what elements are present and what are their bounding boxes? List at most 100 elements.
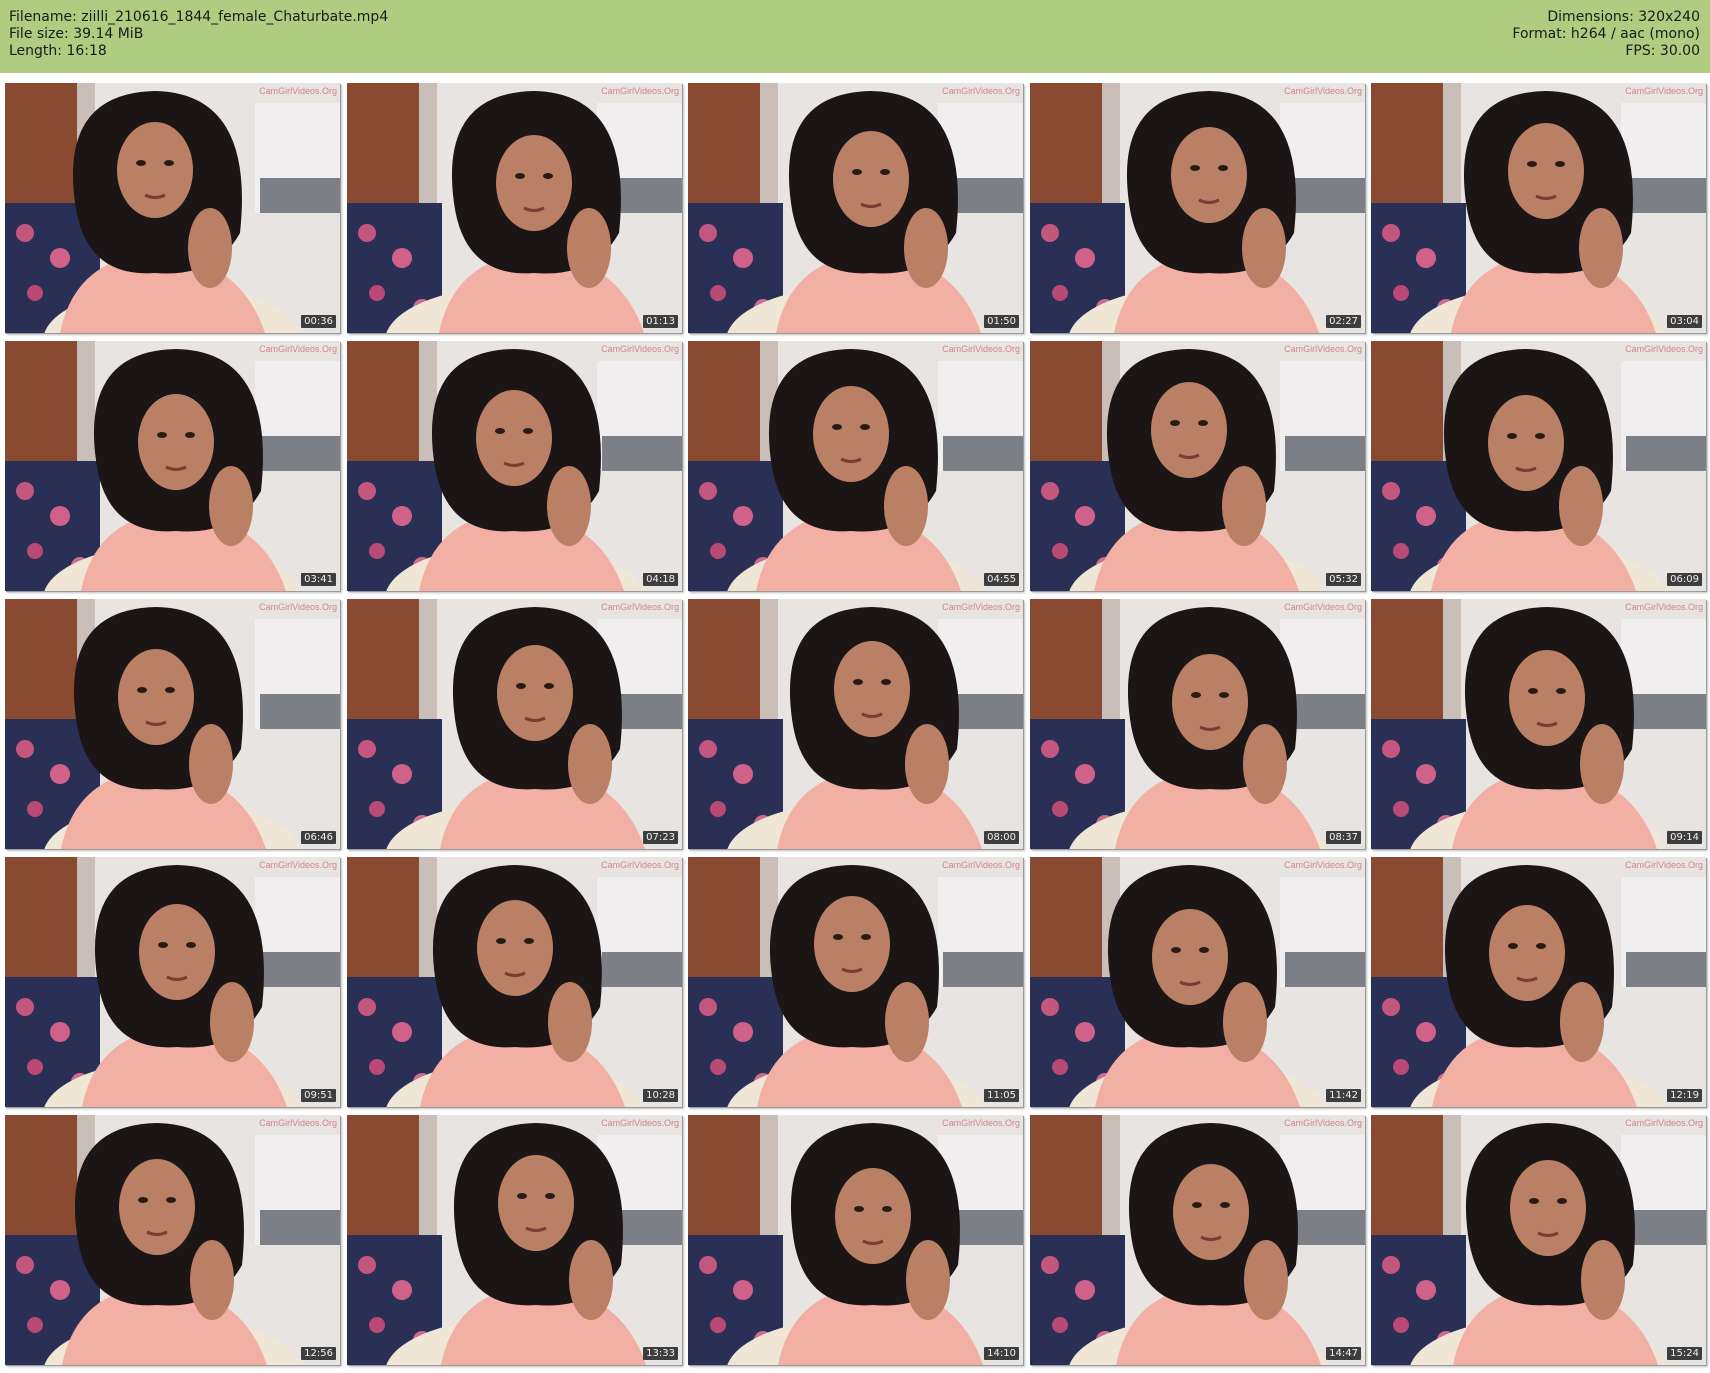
thumbnail-frame-image [1030, 857, 1365, 1107]
watermark-text: CamGirlVideos.Org [1284, 1118, 1362, 1128]
video-thumbnail[interactable]: CamGirlVideos.Org 10:28 [347, 857, 682, 1107]
video-thumbnail[interactable]: CamGirlVideos.Org 01:50 [688, 83, 1023, 333]
thumbnail-frame-image [1371, 857, 1706, 1107]
video-thumbnail[interactable]: CamGirlVideos.Org 12:56 [5, 1115, 340, 1365]
thumbnail-frame-image [5, 341, 340, 591]
watermark-text: CamGirlVideos.Org [601, 860, 679, 870]
watermark-text: CamGirlVideos.Org [259, 860, 337, 870]
thumbnail-frame-image [1371, 83, 1706, 333]
watermark-text: CamGirlVideos.Org [601, 602, 679, 612]
thumbnail-timestamp: 10:28 [643, 1089, 678, 1102]
filename-text: Filename: ziilli_210616_1844_female_Chat… [9, 9, 389, 25]
thumbnail-frame-image [347, 1115, 682, 1365]
video-thumbnail[interactable]: CamGirlVideos.Org 06:09 [1371, 341, 1706, 591]
thumbnail-timestamp: 03:41 [301, 573, 336, 586]
watermark-text: CamGirlVideos.Org [1625, 860, 1703, 870]
thumbnail-frame-image [5, 599, 340, 849]
thumbnail-frame-image [688, 341, 1023, 591]
file-size-text: File size: 39.14 MiB [9, 26, 144, 42]
video-thumbnail[interactable]: CamGirlVideos.Org 00:36 [5, 83, 340, 333]
thumbnail-frame-image [5, 1115, 340, 1365]
thumbnail-timestamp: 00:36 [301, 315, 336, 328]
thumbnail-frame-image [688, 857, 1023, 1107]
thumbnail-timestamp: 11:42 [1326, 1089, 1361, 1102]
thumbnail-timestamp: 05:32 [1326, 573, 1361, 586]
watermark-text: CamGirlVideos.Org [259, 86, 337, 96]
video-thumbnail[interactable]: CamGirlVideos.Org 14:47 [1030, 1115, 1365, 1365]
video-thumbnail[interactable]: CamGirlVideos.Org 09:14 [1371, 599, 1706, 849]
thumbnail-frame-image [1030, 599, 1365, 849]
video-thumbnail[interactable]: CamGirlVideos.Org 03:04 [1371, 83, 1706, 333]
thumbnail-frame-image [5, 857, 340, 1107]
video-thumbnail[interactable]: CamGirlVideos.Org 13:33 [347, 1115, 682, 1365]
watermark-text: CamGirlVideos.Org [1284, 602, 1362, 612]
thumbnail-frame-image [347, 341, 682, 591]
thumbnail-frame-image [1030, 83, 1365, 333]
video-thumbnail[interactable]: CamGirlVideos.Org 08:37 [1030, 599, 1365, 849]
video-thumbnail[interactable]: CamGirlVideos.Org 08:00 [688, 599, 1023, 849]
video-thumbnail[interactable]: CamGirlVideos.Org 01:13 [347, 83, 682, 333]
thumbnail-frame-image [5, 83, 340, 333]
watermark-text: CamGirlVideos.Org [942, 86, 1020, 96]
thumbnail-grid: CamGirlVideos.Org 00:36 CamGirlVideos.Org 0… [5, 83, 1706, 1368]
watermark-text: CamGirlVideos.Org [942, 344, 1020, 354]
watermark-text: CamGirlVideos.Org [259, 602, 337, 612]
watermark-text: CamGirlVideos.Org [259, 344, 337, 354]
thumbnail-timestamp: 13:33 [643, 1347, 678, 1360]
video-thumbnail[interactable]: CamGirlVideos.Org 04:18 [347, 341, 682, 591]
watermark-text: CamGirlVideos.Org [942, 1118, 1020, 1128]
thumbnail-timestamp: 07:23 [643, 831, 678, 844]
video-thumbnail[interactable]: CamGirlVideos.Org 06:46 [5, 599, 340, 849]
thumbnail-timestamp: 01:13 [643, 315, 678, 328]
dimensions-text: Dimensions: 320x240 [1547, 9, 1700, 25]
thumbnail-timestamp: 12:19 [1667, 1089, 1702, 1102]
thumbnail-timestamp: 04:18 [643, 573, 678, 586]
thumbnail-timestamp: 11:05 [984, 1089, 1019, 1102]
video-thumbnail[interactable]: CamGirlVideos.Org 04:55 [688, 341, 1023, 591]
thumbnail-frame-image [688, 83, 1023, 333]
watermark-text: CamGirlVideos.Org [1625, 602, 1703, 612]
video-info: Dimensions: 320x240 Format: h264 / aac (… [1512, 9, 1700, 60]
thumbnail-timestamp: 14:47 [1326, 1347, 1361, 1360]
thumbnail-timestamp: 12:56 [301, 1347, 336, 1360]
video-thumbnail[interactable]: CamGirlVideos.Org 12:19 [1371, 857, 1706, 1107]
thumbnail-frame-image [1371, 341, 1706, 591]
video-thumbnail[interactable]: CamGirlVideos.Org 07:23 [347, 599, 682, 849]
watermark-text: CamGirlVideos.Org [601, 1118, 679, 1128]
thumbnail-frame-image [688, 599, 1023, 849]
watermark-text: CamGirlVideos.Org [942, 602, 1020, 612]
file-info: Filename: ziilli_210616_1844_female_Chat… [9, 9, 388, 60]
thumbnail-frame-image [1030, 341, 1365, 591]
watermark-text: CamGirlVideos.Org [601, 86, 679, 96]
video-thumbnail[interactable]: CamGirlVideos.Org 15:24 [1371, 1115, 1706, 1365]
watermark-text: CamGirlVideos.Org [259, 1118, 337, 1128]
video-thumbnail[interactable]: CamGirlVideos.Org 11:05 [688, 857, 1023, 1107]
thumbnail-frame-image [347, 599, 682, 849]
contact-sheet-header: Filename: ziilli_210616_1844_female_Chat… [0, 0, 1710, 73]
thumbnail-timestamp: 08:37 [1326, 831, 1361, 844]
fps-text: FPS: 30.00 [1625, 43, 1700, 59]
thumbnail-frame-image [347, 83, 682, 333]
thumbnail-timestamp: 06:46 [301, 831, 336, 844]
video-thumbnail[interactable]: CamGirlVideos.Org 11:42 [1030, 857, 1365, 1107]
video-thumbnail[interactable]: CamGirlVideos.Org 09:51 [5, 857, 340, 1107]
watermark-text: CamGirlVideos.Org [942, 860, 1020, 870]
thumbnail-timestamp: 14:10 [984, 1347, 1019, 1360]
watermark-text: CamGirlVideos.Org [1625, 344, 1703, 354]
watermark-text: CamGirlVideos.Org [1284, 344, 1362, 354]
video-thumbnail[interactable]: CamGirlVideos.Org 03:41 [5, 341, 340, 591]
video-thumbnail[interactable]: CamGirlVideos.Org 05:32 [1030, 341, 1365, 591]
video-thumbnail[interactable]: CamGirlVideos.Org 02:27 [1030, 83, 1365, 333]
thumbnail-timestamp: 08:00 [984, 831, 1019, 844]
thumbnail-frame-image [688, 1115, 1023, 1365]
thumbnail-timestamp: 02:27 [1326, 315, 1361, 328]
thumbnail-timestamp: 09:14 [1667, 831, 1702, 844]
video-thumbnail[interactable]: CamGirlVideos.Org 14:10 [688, 1115, 1023, 1365]
thumbnail-frame-image [1371, 1115, 1706, 1365]
watermark-text: CamGirlVideos.Org [1284, 860, 1362, 870]
watermark-text: CamGirlVideos.Org [601, 344, 679, 354]
thumbnail-timestamp: 06:09 [1667, 573, 1702, 586]
thumbnail-frame-image [1371, 599, 1706, 849]
watermark-text: CamGirlVideos.Org [1625, 1118, 1703, 1128]
format-text: Format: h264 / aac (mono) [1512, 26, 1700, 42]
